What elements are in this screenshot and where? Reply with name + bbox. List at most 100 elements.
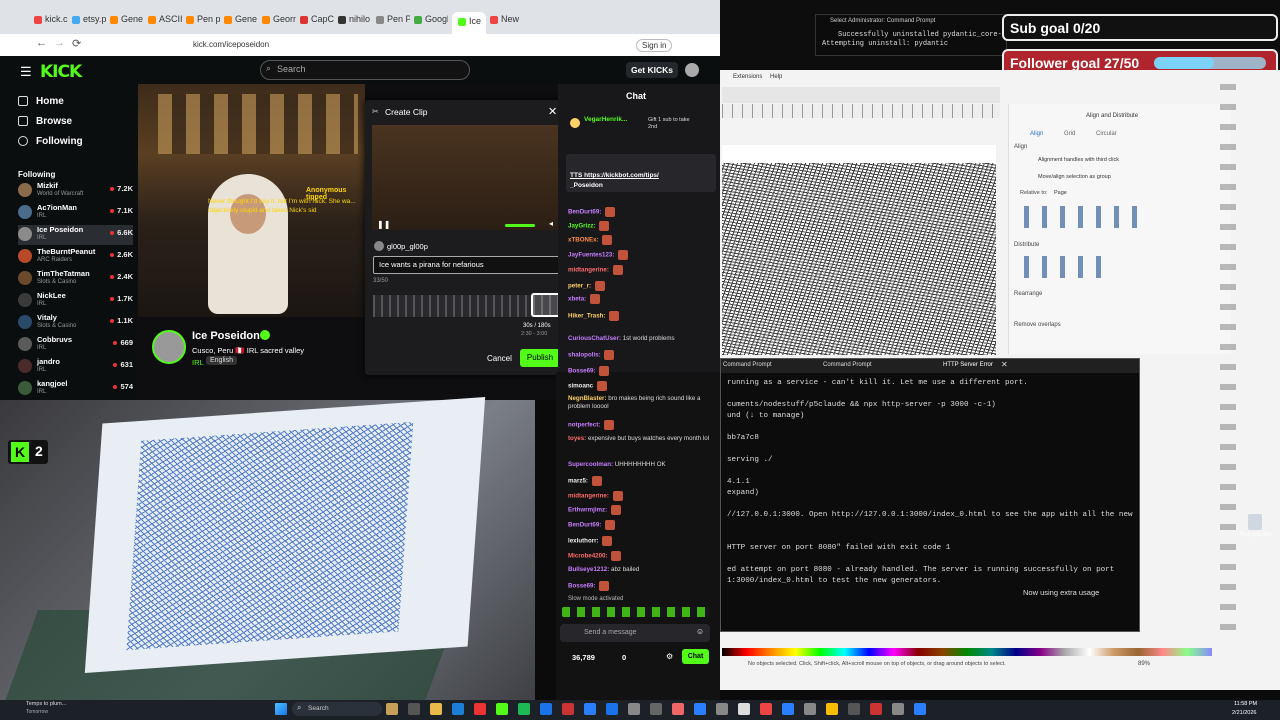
taskbar-app-icon[interactable]	[452, 703, 464, 715]
chat-username[interactable]: Bosse69:	[568, 583, 596, 590]
chat-username[interactable]: NegnBlaster:	[568, 395, 607, 402]
search-input[interactable]: ⌕ Search	[260, 60, 470, 80]
close-icon[interactable]: ✕	[548, 105, 557, 118]
browser-tab[interactable]: Gene	[110, 14, 144, 32]
taskbar-app-icon[interactable]	[694, 703, 706, 715]
nav-browse[interactable]: Browse	[36, 116, 72, 127]
streamer-avatar[interactable]	[152, 330, 186, 364]
taskbar-app-icon[interactable]	[848, 703, 860, 715]
taskbar-app-icon[interactable]	[474, 703, 486, 715]
streamer-name[interactable]: Ice Poseidon	[192, 330, 260, 342]
chat-username[interactable]: marz5:	[568, 478, 588, 485]
following-item[interactable]: Mizkif World of Warcraft 7.2K	[18, 181, 133, 201]
inkscape-menu-1[interactable]: Extensions	[733, 74, 762, 80]
align-buttons[interactable]	[1024, 206, 1144, 228]
cancel-button[interactable]: Cancel	[487, 354, 512, 363]
browser-tab[interactable]: ASCII	[148, 14, 182, 32]
zoom-level[interactable]: 89%	[1138, 661, 1150, 667]
chat-username[interactable]: simoanc	[568, 383, 593, 390]
color-palette[interactable]	[722, 648, 1212, 656]
taskbar-app-icon[interactable]	[584, 703, 596, 715]
chat-username[interactable]: Bullseye1212:	[568, 566, 609, 573]
chat-username[interactable]: Erthwrmjimz:	[568, 507, 607, 514]
taskbar-app-icon[interactable]	[628, 703, 640, 715]
emote-bar[interactable]	[562, 607, 710, 617]
chat-username[interactable]: toyes:	[568, 435, 586, 442]
taskbar-app-icon[interactable]	[826, 703, 838, 715]
terminal-tab-1[interactable]: Command Prompt	[723, 362, 772, 368]
back-icon[interactable]: ←	[36, 37, 47, 49]
chat-username[interactable]: xbeta:	[568, 296, 586, 303]
browser-tab[interactable]: Gene	[224, 14, 258, 32]
taskbar-app-icon[interactable]	[914, 703, 926, 715]
reload-icon[interactable]: ⟳	[72, 37, 81, 50]
option-third-click[interactable]: Alignment handles with third click	[1038, 157, 1119, 163]
start-icon[interactable]	[275, 703, 287, 715]
clock-date[interactable]: 2/21/2026	[1232, 710, 1256, 716]
following-item[interactable]: Ice Poseidon IRL 6.6K	[18, 225, 133, 245]
terminal-tab-close-icon[interactable]: ✕	[1001, 360, 1008, 369]
following-item[interactable]: Cobbruvs IRL 669	[18, 335, 133, 355]
chat-username[interactable]: Bosse69:	[568, 368, 596, 375]
browser-tab[interactable]: Googl	[414, 14, 448, 32]
stream-video[interactable]: Anonymous tipped Never thought I'd say i…	[138, 84, 365, 317]
chat-username[interactable]: JayFuentes123:	[568, 252, 614, 259]
chat-username[interactable]: midtangerine:	[568, 267, 609, 274]
stream-category[interactable]: IRL	[192, 358, 204, 367]
taskbar-app-icon[interactable]	[650, 703, 662, 715]
relative-to-select[interactable]: Page	[1054, 190, 1067, 196]
browser-tab[interactable]: Pen p	[186, 14, 220, 32]
following-item[interactable]: kangjoel IRL 574	[18, 379, 133, 399]
taskbar-app-icon[interactable]	[562, 703, 574, 715]
chat-username[interactable]: notperfect:	[568, 422, 600, 429]
recycle-bin-icon[interactable]	[1248, 514, 1262, 530]
send-message-input[interactable]: Send a message ☺	[560, 624, 710, 642]
clip-preview[interactable]	[372, 125, 562, 230]
browser-tab[interactable]: nihilo	[338, 14, 372, 32]
taskbar-app-icon[interactable]	[606, 703, 618, 715]
chat-username[interactable]: peter_r:	[568, 283, 591, 290]
browser-tab[interactable]: New	[490, 14, 524, 32]
chat-username[interactable]: shalopolis:	[568, 352, 601, 359]
following-item[interactable]: Vitaly Slots & Casino 1.1K	[18, 313, 133, 333]
chat-username[interactable]: xTBONEx:	[568, 237, 599, 244]
clip-title-input[interactable]: Ice wants a pirana for nefarious	[373, 256, 563, 274]
nav-following[interactable]: Following	[36, 136, 83, 147]
inkscape-canvas[interactable]	[722, 145, 996, 355]
mode-align[interactable]: Align	[1030, 131, 1043, 137]
emoji-icon[interactable]: ☺	[696, 627, 704, 636]
kick-logo[interactable]: KICK	[40, 62, 82, 82]
chat-username[interactable]: Hiker_Trash:	[568, 313, 606, 320]
option-group[interactable]: Move/align selection as group	[1038, 174, 1111, 180]
taskbar-search[interactable]: ⌕ Search	[292, 702, 382, 716]
hamburger-icon[interactable]: ☰	[20, 64, 32, 80]
following-item[interactable]: TimTheTatman Slots & Casino 2.4K	[18, 269, 133, 289]
terminal-tab-2[interactable]: Command Prompt	[823, 362, 872, 368]
nav-home[interactable]: Home	[36, 96, 64, 107]
taskbar-app-icon[interactable]	[716, 703, 728, 715]
taskbar-app-icon[interactable]	[782, 703, 794, 715]
gear-icon[interactable]: ⚙	[666, 652, 673, 661]
mode-grid[interactable]: Grid	[1064, 131, 1075, 137]
stream-language[interactable]: English	[206, 356, 237, 365]
volume-slider[interactable]	[505, 224, 535, 227]
browser-tab[interactable]: Georn	[262, 14, 296, 32]
following-item[interactable]: jandro IRL 631	[18, 357, 133, 377]
taskbar-app-icon[interactable]	[870, 703, 882, 715]
chat-username[interactable]: midtangerine:	[568, 493, 609, 500]
chat-username[interactable]: BenDurt69:	[568, 522, 601, 529]
taskbar-app-icon[interactable]	[496, 703, 508, 715]
weather-text[interactable]: Temps to plum...	[26, 701, 66, 707]
chat-username[interactable]: lexluthorr:	[568, 538, 599, 545]
chat-username[interactable]: Supercoolman:	[568, 461, 613, 468]
terminal-tab-3[interactable]: HTTP Server Error	[943, 362, 993, 368]
chat-username[interactable]: BenDurt69:	[568, 209, 601, 216]
signin-button[interactable]: Sign in	[636, 39, 673, 52]
following-item[interactable]: TheBurntPeanut ARC Raiders 2.6K	[18, 247, 133, 267]
taskbar-app-icon[interactable]	[760, 703, 772, 715]
avatar[interactable]	[685, 63, 699, 77]
following-item[interactable]: NickLee IRL 1.7K	[18, 291, 133, 311]
clock-time[interactable]: 11:58 PM	[1234, 701, 1257, 707]
get-kicks-button[interactable]: Get KICKs	[626, 62, 678, 78]
pinned-user[interactable]: VegarHenrik...	[584, 116, 627, 123]
